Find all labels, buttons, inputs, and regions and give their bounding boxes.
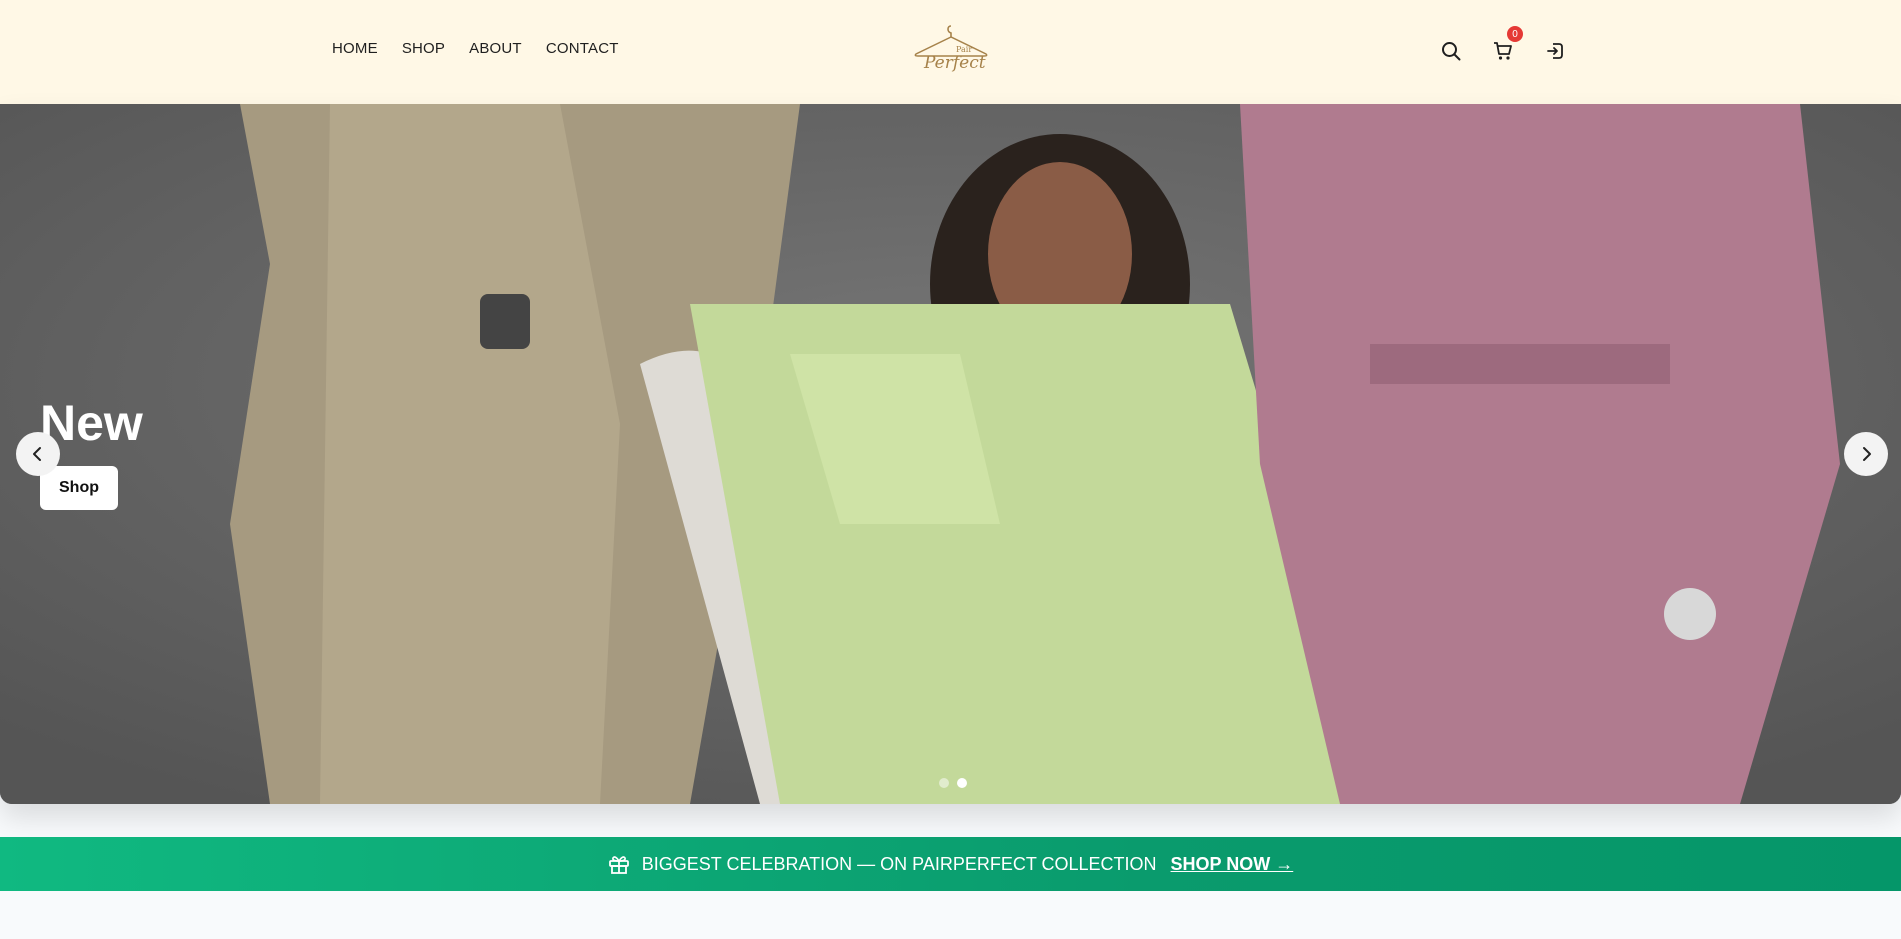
chevron-right-icon <box>1863 447 1871 461</box>
promo-shop-now-link[interactable]: SHOP NOW → <box>1171 854 1294 875</box>
search-icon <box>1442 42 1461 61</box>
promo-banner: BIGGEST CELEBRATION — ON PAIRPERFECT COL… <box>0 837 1901 891</box>
carousel-dot-2[interactable] <box>957 778 967 788</box>
hero-background-image <box>0 104 1901 804</box>
hero-carousel: New Shop <box>0 104 1901 804</box>
nav-contact-link[interactable]: CONTACT <box>546 40 619 57</box>
nav-home-link[interactable]: HOME <box>332 40 378 57</box>
nav-shop-link[interactable]: SHOP <box>402 40 445 57</box>
login-button[interactable] <box>1540 38 1570 64</box>
cart-count-badge: 0 <box>1507 26 1523 42</box>
main-nav: HOME SHOP ABOUT CONTACT <box>332 40 619 57</box>
header-icons: 0 <box>1436 26 1570 64</box>
chevron-left-icon <box>33 447 41 461</box>
carousel-prev-button[interactable] <box>16 432 60 476</box>
search-button[interactable] <box>1436 38 1466 64</box>
cart-button[interactable]: 0 <box>1488 26 1523 64</box>
carousel-dot-1[interactable] <box>939 778 949 788</box>
nav-about-link[interactable]: ABOUT <box>469 40 522 57</box>
svg-text:Perfect: Perfect <box>923 53 986 73</box>
hanger-icon: Pair Perfect <box>914 25 988 73</box>
gift-icon <box>608 856 629 874</box>
promo-text: BIGGEST CELEBRATION — ON PAIRPERFECT COL… <box>641 853 1157 874</box>
login-icon <box>1547 43 1563 59</box>
cart-icon <box>1494 42 1512 60</box>
carousel-next-button[interactable] <box>1844 432 1888 476</box>
carousel-dots <box>939 778 967 788</box>
hero-shop-button[interactable]: Shop <box>40 466 118 510</box>
brand-logo[interactable]: Pair Perfect <box>912 22 990 76</box>
site-header: HOME SHOP ABOUT CONTACT Pair Perfect 0 <box>0 0 1901 104</box>
